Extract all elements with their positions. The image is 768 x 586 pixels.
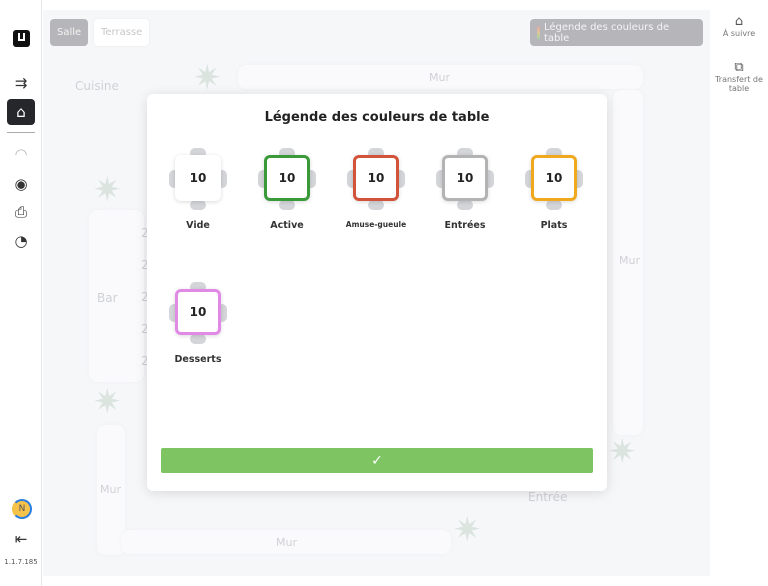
- legend-label: Amuse-gueule: [345, 220, 407, 229]
- legend-item-vide: 10 Vide: [163, 148, 233, 231]
- transfer-label: Transfert de table: [715, 75, 763, 93]
- version: 1.1.7.185: [4, 558, 38, 566]
- table-icon: 10: [430, 148, 500, 210]
- follow-label: À suivre: [722, 29, 756, 38]
- check-icon: ✓: [371, 452, 383, 469]
- table-number: 10: [264, 155, 310, 201]
- legend-label: Active: [270, 220, 304, 231]
- table-icon: 10: [519, 148, 589, 210]
- follow-button[interactable]: ⌂ À suivre: [710, 14, 768, 38]
- expand-icon[interactable]: ⇉: [7, 70, 35, 96]
- legend-label: Vide: [186, 220, 210, 231]
- legend-item-desserts: 10 Desserts: [163, 282, 233, 365]
- table-number: 10: [353, 155, 399, 201]
- modal-title: Légende des couleurs de table: [264, 110, 490, 125]
- legend-item-active: 10 Active: [252, 148, 322, 231]
- color-legend-modal: Légende des couleurs de table 10 Vide 10…: [147, 94, 607, 491]
- transfer-table-button[interactable]: ⧉ Transfert de table: [710, 60, 768, 93]
- home-icon[interactable]: ⌂: [7, 99, 35, 125]
- confirm-button[interactable]: ✓: [161, 448, 593, 473]
- table-number: 10: [175, 155, 221, 201]
- legend-label: Plats: [540, 220, 568, 231]
- service-bell-icon[interactable]: ◠: [7, 141, 35, 167]
- avatar[interactable]: N: [12, 499, 32, 519]
- follow-icon: ⌂: [734, 14, 744, 29]
- legend-label: Desserts: [174, 354, 222, 365]
- divider: [7, 132, 35, 133]
- sidebar: ⇉ ⌂ ◠ ◉ ⎙ ◔ N ⇤ 1.1.7.185: [0, 0, 42, 586]
- table-icon: 10: [252, 148, 322, 210]
- table-icon: 10: [341, 148, 411, 210]
- legend-item-entrées: 10 Entrées: [430, 148, 500, 231]
- pie-chart-icon[interactable]: ◔: [7, 228, 35, 254]
- logo-icon: [7, 25, 35, 51]
- table-number: 10: [531, 155, 577, 201]
- logout-icon[interactable]: ⇤: [7, 526, 35, 552]
- legend-item-plats: 10 Plats: [519, 148, 589, 231]
- legend-item-amuse-gueule: 10 Amuse-gueule: [341, 148, 411, 229]
- transfer-icon: ⧉: [734, 60, 744, 75]
- eye-icon[interactable]: ◉: [7, 171, 35, 197]
- legend-label: Entrées: [444, 220, 486, 231]
- table-icon: 10: [163, 148, 233, 210]
- table-number: 10: [175, 289, 221, 335]
- table-number: 10: [442, 155, 488, 201]
- printer-icon[interactable]: ⎙: [7, 199, 35, 225]
- right-panel: ⌂ À suivre ⧉ Transfert de table: [710, 0, 768, 586]
- table-icon: 10: [163, 282, 233, 344]
